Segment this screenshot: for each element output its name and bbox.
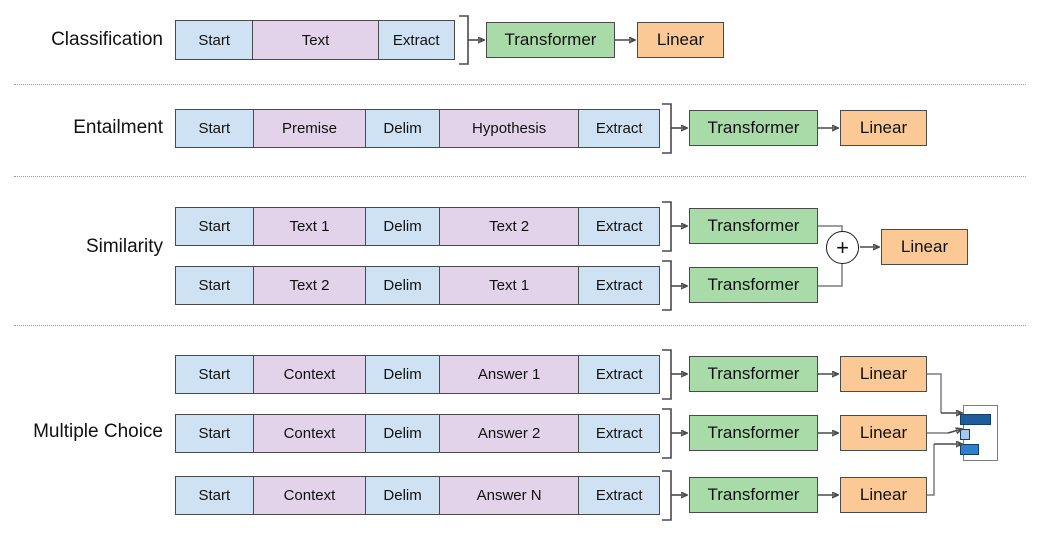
- connector-wires: [459, 15, 1039, 521]
- bracket-mc-3: [662, 470, 672, 521]
- wire-linear-3-to-chart: [927, 444, 935, 496]
- bracket-entailment: [662, 103, 672, 154]
- bracket-classification: [459, 15, 469, 65]
- figure-canvas: Classification Start Text Extract Transf…: [0, 0, 1039, 538]
- bracket-mc-1: [662, 349, 672, 400]
- arrow-chart-in-2: [947, 429, 962, 433]
- wire-similarity-2-to-sum: [818, 264, 843, 287]
- wire-linear-1-to-chart: [927, 373, 942, 413]
- wire-similarity-1-to-sum: [818, 225, 843, 231]
- bracket-similarity-1: [662, 201, 672, 252]
- bracket-mc-2: [662, 408, 672, 459]
- bracket-similarity-2: [662, 260, 672, 311]
